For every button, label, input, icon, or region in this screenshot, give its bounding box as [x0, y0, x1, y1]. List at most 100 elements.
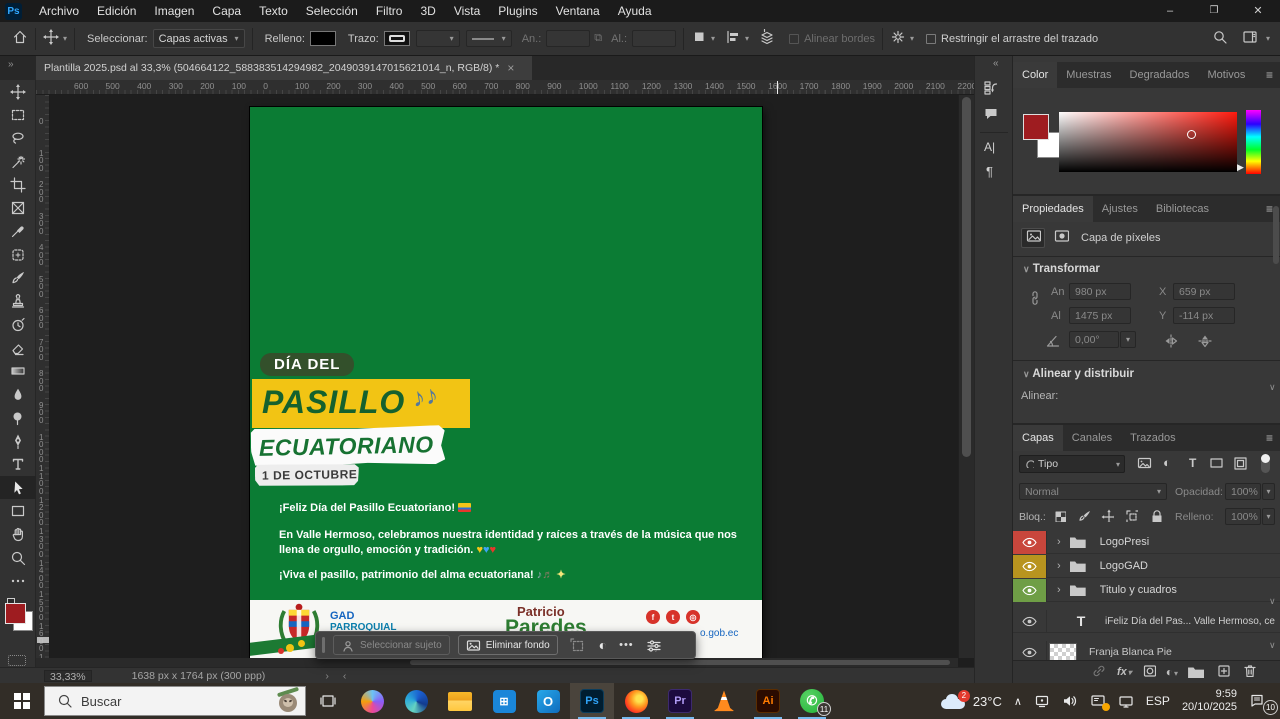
tool-history-brush[interactable]: [0, 313, 36, 336]
hue-slider[interactable]: [1246, 110, 1261, 174]
transform-icon[interactable]: [570, 638, 585, 653]
close-button[interactable]: ✕: [1236, 0, 1280, 22]
layer-name[interactable]: Titulo y cuadros: [1100, 584, 1177, 596]
filter-pixel-layers-icon[interactable]: [1137, 456, 1152, 474]
width-field[interactable]: [546, 30, 590, 47]
group-expand-icon[interactable]: ›: [1057, 584, 1061, 596]
menu-3d[interactable]: 3D: [411, 4, 444, 18]
start-button[interactable]: [0, 683, 44, 719]
properties-scroll-down-icon[interactable]: ∨: [1269, 382, 1276, 393]
network-icon[interactable]: [1112, 683, 1140, 719]
drag-handle[interactable]: [322, 637, 325, 653]
stroke-width-field[interactable]: ▾: [416, 30, 460, 47]
layer-thumbnail[interactable]: [1049, 643, 1077, 662]
layer-row-titulo-y-cuadros[interactable]: › Titulo y cuadros: [1013, 579, 1280, 602]
transform-section-header[interactable]: ∨ Transformar: [1023, 263, 1100, 275]
search-icon[interactable]: [1212, 29, 1228, 48]
taskbar-app-vlc[interactable]: [702, 683, 746, 719]
layers-scroll-icon[interactable]: ∨: [1269, 596, 1276, 607]
menu-imagen[interactable]: Imagen: [145, 4, 203, 18]
screen-share-icon[interactable]: [1084, 683, 1112, 719]
task-view-button[interactable]: [306, 683, 350, 719]
tab-canales[interactable]: Canales: [1063, 425, 1121, 451]
layer-filter-toggle[interactable]: [1261, 455, 1270, 473]
tool-path-select[interactable]: [0, 476, 36, 499]
taskbar-app-photoshop[interactable]: Ps: [570, 683, 614, 719]
layer-row-ifeliz-dia-del-pas-valle-hermoso-ce[interactable]: T iFeliz Día del Pas... Valle Hermoso, c…: [1013, 610, 1280, 633]
tool-frame[interactable]: [0, 196, 36, 219]
lock-artboard-icon[interactable]: [1125, 509, 1138, 527]
tab-motivos[interactable]: Motivos: [1198, 62, 1254, 88]
taskbar-app-whatsapp[interactable]: ✆ 11: [790, 683, 834, 719]
filter-adjustment-layers-icon[interactable]: ◐: [1163, 455, 1171, 470]
tool-crop[interactable]: [0, 173, 36, 196]
menu-ayuda[interactable]: Ayuda: [609, 4, 661, 18]
tab-color[interactable]: Color: [1013, 62, 1057, 88]
layer-name[interactable]: Franja Blanca Pie: [1089, 646, 1172, 658]
notification-center-icon[interactable]: 10: [1243, 683, 1280, 719]
filter-smart-objects-icon[interactable]: [1233, 456, 1248, 476]
status-arrow-icon[interactable]: ›: [325, 670, 329, 682]
adjustments-icon[interactable]: ◐: [599, 637, 607, 653]
menu-seleccion[interactable]: Selección: [297, 4, 367, 18]
tool-lasso[interactable]: [0, 127, 36, 150]
tool-pen[interactable]: [0, 429, 36, 452]
layer-row-logopresi[interactable]: › LogoPresi: [1013, 531, 1280, 554]
more-options-icon[interactable]: •••: [619, 639, 634, 651]
workspace-switcher-icon[interactable]: [1242, 29, 1258, 48]
clock[interactable]: 9:5920/10/2025: [1176, 683, 1243, 719]
layers-scroll-icon2[interactable]: ∨: [1269, 640, 1276, 651]
horizontal-ruler[interactable]: 6005004003002001000100200300400500600700…: [36, 80, 975, 95]
tool-type[interactable]: [0, 453, 36, 476]
tool-eraser[interactable]: [0, 336, 36, 359]
menu-texto[interactable]: Texto: [250, 4, 297, 18]
mask-properties-icon[interactable]: [1049, 228, 1073, 248]
fill-swatch[interactable]: [310, 31, 336, 46]
link-dimensions-icon[interactable]: ⧉: [594, 32, 602, 45]
tool-blur[interactable]: [0, 383, 36, 406]
comments-panel-icon[interactable]: [983, 106, 999, 127]
remove-background-button[interactable]: Eliminar fondo: [458, 635, 558, 655]
tool-clone-stamp[interactable]: [0, 290, 36, 313]
menu-edicion[interactable]: Edición: [88, 4, 145, 18]
close-tab-icon[interactable]: ×: [507, 61, 514, 75]
layer-filter-dropdown[interactable]: Tipo▾: [1019, 455, 1125, 473]
path-align-icon[interactable]: [725, 29, 741, 48]
properties-sliders-icon[interactable]: [646, 638, 661, 653]
tool-dodge[interactable]: [0, 406, 36, 429]
tab-muestras[interactable]: Muestras: [1057, 62, 1120, 88]
tool-gradient[interactable]: [0, 360, 36, 383]
menu-ventana[interactable]: Ventana: [547, 4, 609, 18]
home-icon[interactable]: [12, 29, 28, 48]
layer-name[interactable]: LogoGAD: [1100, 560, 1148, 572]
taskbar-app-file-explorer[interactable]: [438, 683, 482, 719]
vertical-ruler[interactable]: 01 0 02 0 03 0 04 0 05 0 06 0 07 0 08 0 …: [36, 95, 50, 658]
tool-marquee[interactable]: [0, 103, 36, 126]
history-panel-icon[interactable]: [983, 80, 999, 101]
gear-icon[interactable]: [890, 29, 906, 48]
tab-propiedades[interactable]: Propiedades: [1013, 196, 1093, 222]
lock-transparency-icon[interactable]: [1053, 509, 1066, 527]
taskbar-app-store[interactable]: ⊞: [482, 683, 526, 719]
search-input[interactable]: Buscar: [44, 686, 306, 716]
layer-visibility-icon[interactable]: [1013, 610, 1047, 633]
restore-button[interactable]: ❐: [1192, 0, 1236, 22]
tool-magic-wand[interactable]: [0, 150, 36, 173]
properties-scrollbar[interactable]: [1273, 206, 1279, 264]
move-tool-icon[interactable]: [43, 29, 59, 48]
tool-hand[interactable]: [0, 523, 36, 546]
tool-healing-patch[interactable]: [0, 243, 36, 266]
foreground-color-swatch[interactable]: [1023, 114, 1049, 140]
chevron-down-icon[interactable]: ▾: [63, 34, 67, 43]
canvas-horizontal-scrollbar[interactable]: [36, 658, 958, 667]
link-dimensions-chain-icon[interactable]: [1027, 290, 1043, 311]
new-group-icon[interactable]: [1188, 666, 1204, 678]
group-expand-icon[interactable]: ›: [1057, 560, 1061, 572]
tab-degradados[interactable]: Degradados: [1121, 62, 1199, 88]
tab-ajustes[interactable]: Ajustes: [1093, 196, 1147, 222]
weather-widget[interactable]: 2 23°C: [935, 683, 1008, 719]
tab-capas[interactable]: Capas: [1013, 425, 1063, 451]
link-layers-icon[interactable]: [1091, 663, 1105, 682]
foreground-color-tool-swatch[interactable]: [5, 603, 26, 624]
pixel-layer-icon[interactable]: [1021, 228, 1045, 248]
